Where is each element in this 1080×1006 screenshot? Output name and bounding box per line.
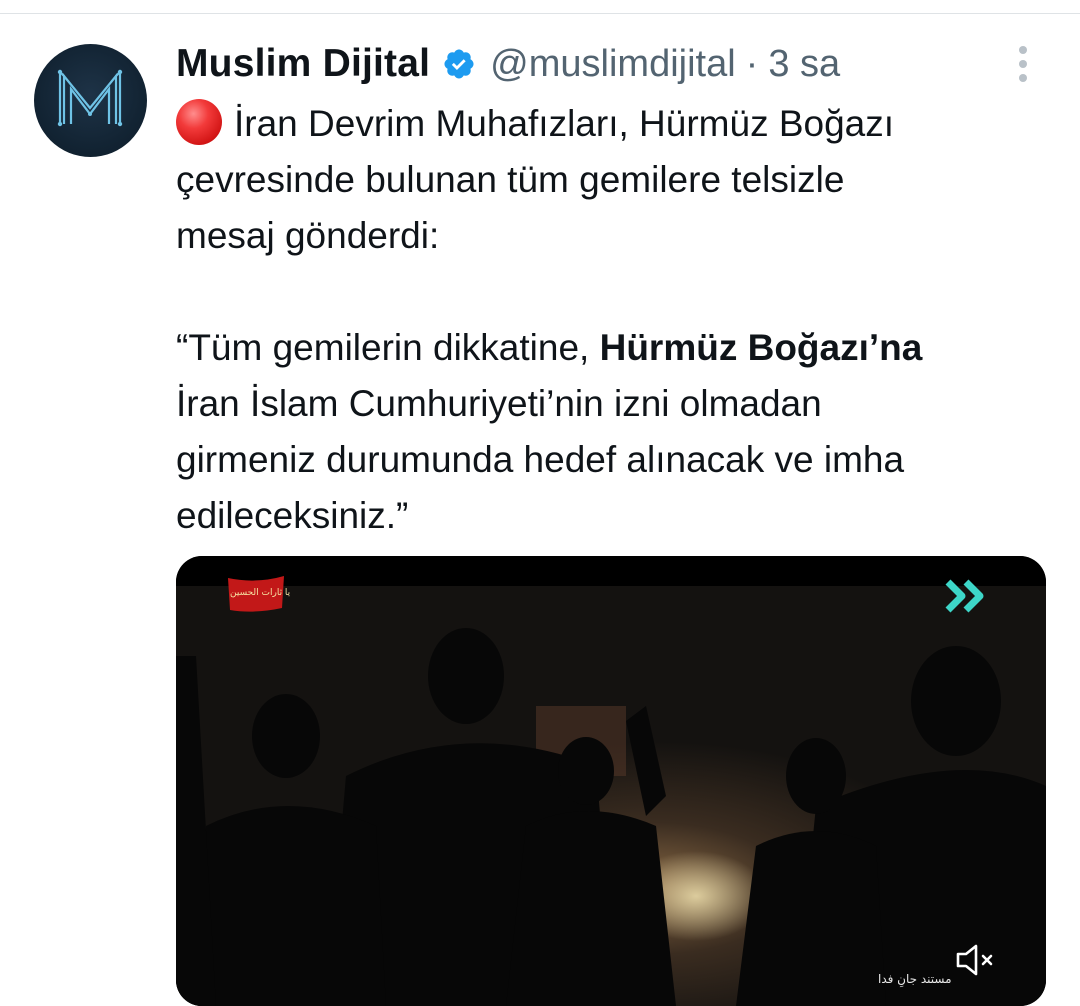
quote-line-1: “Tüm gemilerin dikkatine, Hürmüz Boğazı’… (176, 320, 1056, 376)
m-logo-icon (57, 69, 123, 127)
video-player[interactable]: یا ثارات الحسین مستند جانِ فدا (176, 556, 1046, 1006)
tweet-line-1: İran Devrim Muhafızları, Hürmüz Boğazı (176, 96, 1056, 152)
quote-line-1-normal: “Tüm gemilerin dikkatine, (176, 327, 600, 368)
video-watermark: مستند جانِ فدا (878, 972, 952, 986)
separator-dot: · (745, 42, 759, 85)
video-frame (176, 586, 1046, 1006)
verified-badge-icon (442, 47, 476, 81)
tweet-text: İran Devrim Muhafızları, Hürmüz Boğazı ç… (176, 96, 1056, 544)
flag-text: یا ثارات الحسین (230, 588, 291, 598)
top-divider (0, 13, 1080, 14)
tweet-line-2: çevresinde bulunan tüm gemilere telsizle (176, 159, 845, 200)
quote-line-4: edileceksiniz.” (176, 495, 409, 536)
speaker-mute-icon[interactable] (954, 942, 998, 978)
quote-line-1-bold: Hürmüz Boğazı’na (599, 327, 923, 368)
quote-line-3: girmeniz durumunda hedef alınacak ve imh… (176, 439, 905, 480)
tweet-line-1-text: İran Devrim Muhafızları, Hürmüz Boğazı (234, 103, 895, 144)
timestamp[interactable]: 3 sa (768, 43, 840, 86)
display-name[interactable]: Muslim Dijital (176, 42, 430, 86)
avatar[interactable] (34, 44, 147, 157)
channel-logo-icon (945, 579, 984, 613)
handle[interactable]: @muslimdijital (490, 43, 736, 86)
tweet-line-3: mesaj gönderdi: (176, 215, 440, 256)
quote-line-2: İran İslam Cumhuriyeti’nin izni olmadan (176, 383, 822, 424)
red-circle-emoji-icon (176, 99, 222, 145)
paragraph-break (176, 264, 1056, 320)
more-vertical-icon[interactable] (1008, 46, 1038, 86)
tweet-header: Muslim Dijital @muslimdijital · 3 sa (176, 38, 1056, 90)
